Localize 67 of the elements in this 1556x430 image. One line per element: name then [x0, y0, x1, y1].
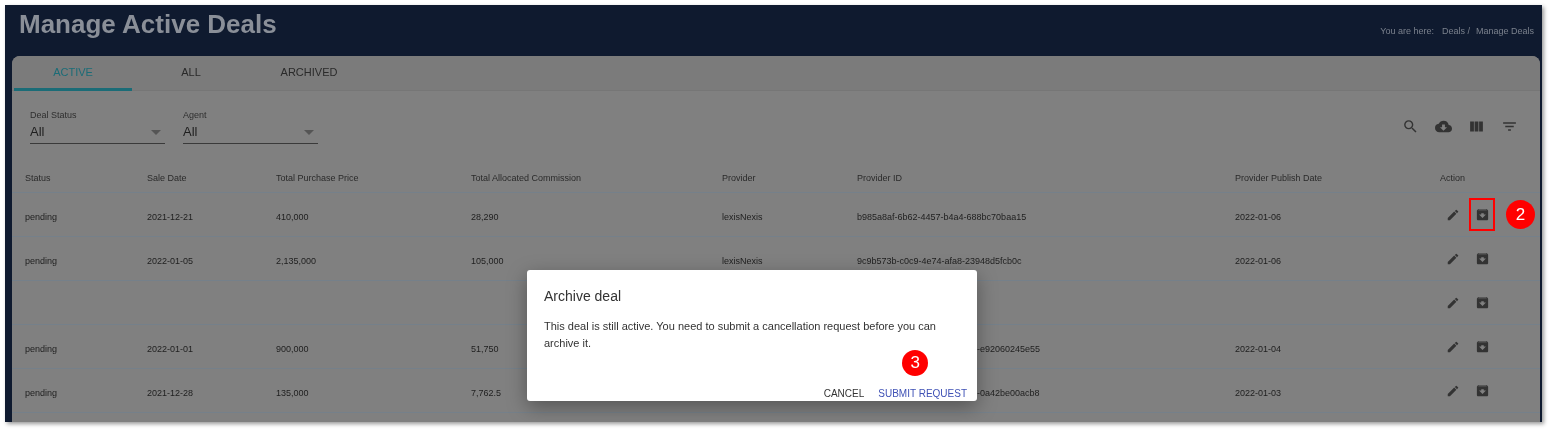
- table-cell: pending: [25, 211, 58, 222]
- table-cell: 105,000: [471, 255, 504, 266]
- dropdown-caret-icon: [304, 129, 314, 135]
- table-cell: -0a42be00acb8: [977, 387, 1040, 398]
- column-header: Sale Date: [147, 172, 187, 183]
- table-cell: 2021-12-21: [147, 211, 194, 222]
- column-header: Provider: [722, 172, 756, 183]
- breadcrumb-link[interactable]: Manage Deals: [1475, 25, 1534, 39]
- pencil-icon[interactable]: [1446, 251, 1460, 266]
- filter-value: All: [183, 123, 198, 142]
- tab[interactable]: ARCHIVED: [250, 56, 368, 91]
- breadcrumb-label: You are here:: [1380, 25, 1434, 38]
- table-cell: 2022-01-04: [1235, 343, 1282, 354]
- table-cell: 51,750: [471, 343, 499, 354]
- filter-value: All: [30, 123, 45, 142]
- search-icon[interactable]: [1402, 118, 1419, 135]
- column-header: Total Purchase Price: [276, 172, 359, 183]
- table-cell: 2022-01-06: [1235, 255, 1282, 266]
- tab[interactable]: ALL: [132, 56, 250, 91]
- filter-label: Agent: [183, 109, 208, 121]
- table-cell: lexisNexis: [722, 255, 763, 266]
- pencil-icon[interactable]: [1446, 207, 1460, 222]
- table-cell: 2022-01-03: [1235, 387, 1282, 398]
- column-header: Total Allocated Commission: [471, 172, 582, 183]
- submit-request-button[interactable]: SUBMIT REQUEST: [878, 386, 967, 401]
- pencil-icon[interactable]: [1446, 339, 1460, 354]
- table-cell: pending: [25, 255, 58, 266]
- table-cell: 2,135,000: [276, 255, 317, 266]
- table-cell: b985a8af-6b62-4457-b4a4-688bc70baa15: [857, 211, 1027, 222]
- dialog-title: Archive deal: [544, 287, 623, 306]
- archive-button[interactable]: [1469, 198, 1495, 231]
- column-header: Provider Publish Date: [1235, 172, 1323, 183]
- breadcrumb-link[interactable]: Deals /: [1441, 25, 1470, 39]
- table-cell: 28,290: [471, 211, 499, 222]
- step-number-badge: 3: [902, 350, 929, 376]
- table-cell: 900,000: [276, 343, 309, 354]
- column-header: Action: [1440, 172, 1465, 183]
- table-cell: pending: [25, 387, 58, 398]
- table-cell: 135,000: [276, 387, 309, 398]
- filter-select[interactable]: Agent All: [183, 109, 318, 144]
- table-cell: 2022-01-05: [147, 255, 194, 266]
- cloud-download-icon[interactable]: [1435, 118, 1452, 135]
- table-cell: 9c9b573b-c0c9-4e74-afa8-23948d5fcb0c: [857, 255, 1022, 266]
- table-cell: 2021-12-28: [147, 387, 194, 398]
- column-header: Provider ID: [857, 172, 902, 183]
- pencil-icon[interactable]: [1446, 383, 1460, 398]
- pencil-icon[interactable]: [1446, 295, 1460, 310]
- archive-box-icon: [1474, 339, 1490, 354]
- table-cell: 2022-01-06: [1235, 211, 1282, 222]
- column-header: Status: [25, 172, 51, 183]
- table-cell: 7,762.5: [471, 387, 502, 398]
- table-cell: lexisNexis: [722, 211, 763, 222]
- page-title: Manage Active Deals: [19, 8, 277, 41]
- table-cell: 2022-01-01: [147, 343, 194, 354]
- archive-box-icon: [1474, 251, 1490, 266]
- archive-box-icon: [1474, 383, 1490, 398]
- filter-label: Deal Status: [30, 109, 78, 121]
- table-cell: 410,000: [276, 211, 309, 222]
- filter-select[interactable]: Deal Status All: [30, 109, 165, 144]
- table-cell: pending: [25, 343, 58, 354]
- dropdown-caret-icon: [151, 129, 161, 135]
- cancel-button[interactable]: CANCEL: [823, 386, 865, 401]
- archive-box-icon: [1474, 207, 1490, 222]
- step-number-badge: 2: [1506, 200, 1535, 229]
- dialog-message: This deal is still active. You need to submit a cancellation request before you can archive it.: [544, 319, 937, 351]
- table-cell: -e92060245e55: [977, 343, 1041, 354]
- archive-box-icon: [1474, 295, 1490, 310]
